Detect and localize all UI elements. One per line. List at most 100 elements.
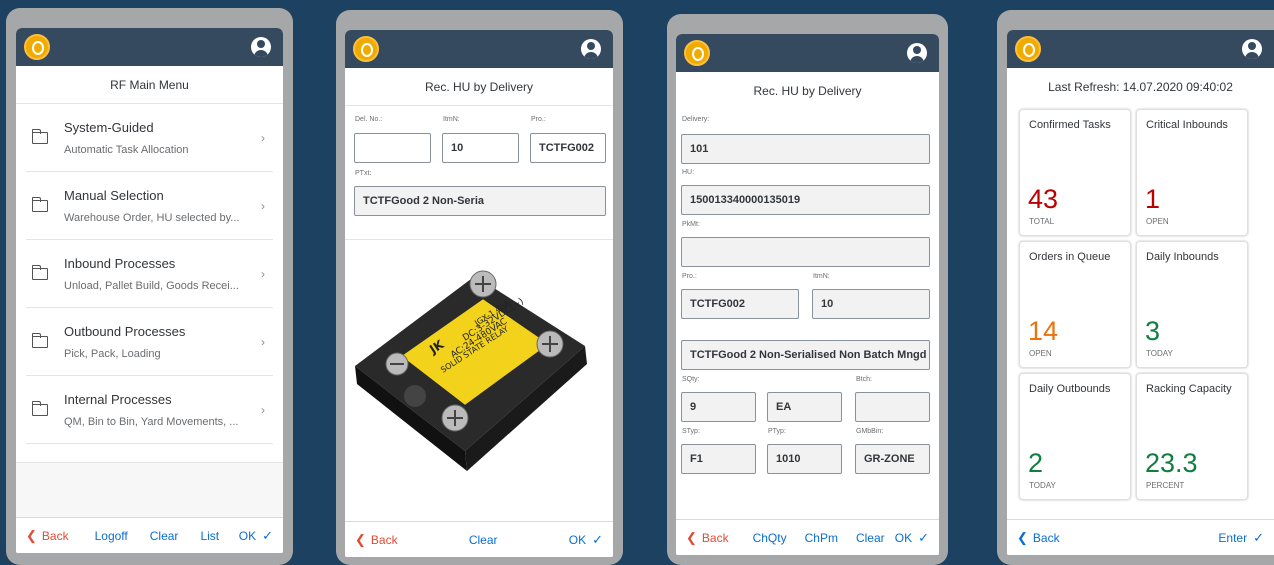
pro-field[interactable]: TCTFG002	[681, 289, 799, 319]
itmn-field[interactable]: 10	[442, 133, 519, 163]
hu-label: HU:	[682, 169, 695, 176]
tile-critical-inbounds[interactable]: Critical Inbounds 1 OPEN	[1136, 109, 1248, 236]
chqty-button[interactable]: ChQty	[753, 531, 787, 545]
user-icon[interactable]	[1242, 39, 1262, 59]
chevron-right-icon: ›	[261, 130, 265, 145]
screen-dashboard: Last Refresh: 14.07.2020 09:40:02 Confir…	[1007, 30, 1274, 555]
checkmark-icon: ✓	[592, 531, 603, 547]
itmn-label: ItmN:	[813, 273, 830, 280]
folder-icon	[31, 264, 48, 280]
footer-toolbar: ❮ Back Logoff Clear List OK ✓	[16, 517, 283, 553]
del-no-field[interactable]	[354, 133, 431, 163]
device-frame-main-menu: RF Main Menu System-Guided Automatic Task…	[6, 8, 293, 565]
btch-label: Btch:	[856, 376, 872, 383]
ok-label: OK	[894, 530, 913, 545]
folder-icon	[31, 332, 48, 348]
tile-value: 43	[1028, 184, 1059, 214]
list-button[interactable]: List	[200, 529, 219, 543]
chpm-button[interactable]: ChPm	[805, 531, 838, 545]
back-button[interactable]: ❮ Back	[686, 530, 729, 546]
description-field[interactable]: TCTFGood 2 Non-Serialised Non Batch Mngd	[681, 340, 930, 370]
styp-field[interactable]: F1	[681, 444, 756, 474]
gmbbin-field[interactable]: GR-ZONE	[855, 444, 930, 474]
menu-item-system-guided[interactable]: System-Guided Automatic Task Allocation ›	[26, 104, 273, 172]
tile-title: Critical Inbounds	[1146, 119, 1228, 131]
sap-logo-icon[interactable]	[1015, 36, 1041, 62]
tile-unit: OPEN	[1146, 217, 1169, 226]
form-area: Delivery: 101 HU: 150013340000135019 PkM…	[676, 110, 939, 519]
tile-unit: OPEN	[1029, 349, 1052, 358]
hu-field[interactable]: 150013340000135019	[681, 185, 930, 215]
menu-list: System-Guided Automatic Task Allocation ›…	[16, 104, 283, 444]
chevron-right-icon: ›	[261, 402, 265, 417]
screen-rec-hu-form: Rec. HU by Delivery Delivery: 101 HU: 15…	[676, 34, 939, 555]
screen-main-menu: RF Main Menu System-Guided Automatic Task…	[16, 28, 283, 553]
ptyp-field[interactable]: 1010	[767, 444, 842, 474]
chevron-right-icon: ›	[261, 198, 265, 213]
chevron-right-icon: ›	[261, 334, 265, 349]
chevron-left-icon: ❮	[686, 529, 697, 545]
footer-toolbar: ❮ Back Clear OK ✓	[345, 521, 613, 557]
sap-logo-icon[interactable]	[24, 34, 50, 60]
itmn-field[interactable]: 10	[812, 289, 930, 319]
ok-label: OK	[238, 528, 257, 543]
enter-button[interactable]: Enter ✓	[1218, 530, 1264, 546]
tile-racking-capacity[interactable]: Racking Capacity 23.3 PERCENT	[1136, 373, 1248, 500]
back-button[interactable]: ❮ Back	[26, 528, 69, 544]
sap-logo-icon[interactable]	[353, 36, 379, 62]
tile-orders-in-queue[interactable]: Orders in Queue 14 OPEN	[1019, 241, 1131, 368]
del-no-label: Del. No.:	[355, 116, 383, 123]
menu-item-subtitle: Warehouse Order, HU selected by...	[64, 211, 240, 224]
ptxt-field[interactable]: TCTFGood 2 Non-Seria	[354, 186, 606, 216]
ptyp-label: PTyp:	[768, 428, 786, 435]
user-icon[interactable]	[581, 39, 601, 59]
checkmark-icon: ✓	[262, 527, 273, 543]
tile-daily-outbounds[interactable]: Daily Outbounds 2 TODAY	[1019, 373, 1131, 500]
clear-button[interactable]: Clear	[150, 529, 179, 543]
clear-button[interactable]: Clear	[856, 531, 885, 545]
btch-field[interactable]	[855, 392, 930, 422]
sap-logo-icon[interactable]	[684, 40, 710, 66]
device-frame-rec-hu-image: Rec. HU by Delivery Del. No.: ItmN: 10 P…	[336, 10, 623, 565]
form-area: Del. No.: ItmN: 10 Pro.: TCTFG002 PTxt: …	[345, 106, 613, 240]
tile-title: Orders in Queue	[1029, 251, 1111, 263]
menu-item-manual-selection[interactable]: Manual Selection Warehouse Order, HU sele…	[26, 172, 273, 240]
delivery-field[interactable]: 101	[681, 134, 930, 164]
menu-item-title: Internal Processes	[64, 391, 172, 407]
logoff-button[interactable]: Logoff	[95, 529, 128, 543]
ok-button[interactable]: OK ✓	[239, 528, 273, 544]
folder-icon	[31, 196, 48, 212]
shell-bar	[1007, 30, 1274, 68]
gmbbin-label: GMbBin:	[856, 428, 884, 435]
user-icon[interactable]	[251, 37, 271, 57]
menu-item-internal-processes[interactable]: Internal Processes QM, Bin to Bin, Yard M…	[26, 376, 273, 444]
tile-container: Confirmed Tasks 43 TOTAL Critical Inboun…	[1007, 106, 1274, 519]
shell-bar	[676, 34, 939, 72]
ok-button[interactable]: OK ✓	[569, 532, 603, 548]
page-title: Rec. HU by Delivery	[753, 84, 862, 98]
tile-unit: TOTAL	[1029, 217, 1055, 226]
pkmt-field[interactable]	[681, 237, 930, 267]
clear-button[interactable]: Clear	[469, 533, 498, 547]
tile-title: Confirmed Tasks	[1029, 119, 1111, 131]
tile-title: Daily Inbounds	[1146, 251, 1219, 263]
pro-field[interactable]: TCTFG002	[530, 133, 606, 163]
ok-label: OK	[568, 532, 587, 547]
uom-field[interactable]: EA	[767, 392, 842, 422]
checkmark-icon: ✓	[918, 529, 929, 545]
back-button[interactable]: ❮ Back	[355, 532, 398, 548]
tile-title: Racking Capacity	[1146, 383, 1232, 395]
ok-button[interactable]: OK ✓	[895, 530, 929, 546]
back-label: Back	[1032, 530, 1060, 545]
back-button[interactable]: ❮ Back	[1017, 530, 1060, 546]
itmn-label: ItmN:	[443, 116, 460, 123]
menu-item-inbound-processes[interactable]: Inbound Processes Unload, Pallet Build, G…	[26, 240, 273, 308]
footer-toolbar: ❮ Back Enter ✓	[1007, 519, 1274, 555]
sqty-field[interactable]: 9	[681, 392, 756, 422]
menu-item-title: Inbound Processes	[64, 255, 176, 271]
tile-daily-inbounds[interactable]: Daily Inbounds 3 TODAY	[1136, 241, 1248, 368]
menu-item-outbound-processes[interactable]: Outbound Processes Pick, Pack, Loading ›	[26, 308, 273, 376]
device-frame-dashboard: Last Refresh: 14.07.2020 09:40:02 Confir…	[997, 10, 1274, 565]
user-icon[interactable]	[907, 43, 927, 63]
tile-confirmed-tasks[interactable]: Confirmed Tasks 43 TOTAL	[1019, 109, 1131, 236]
